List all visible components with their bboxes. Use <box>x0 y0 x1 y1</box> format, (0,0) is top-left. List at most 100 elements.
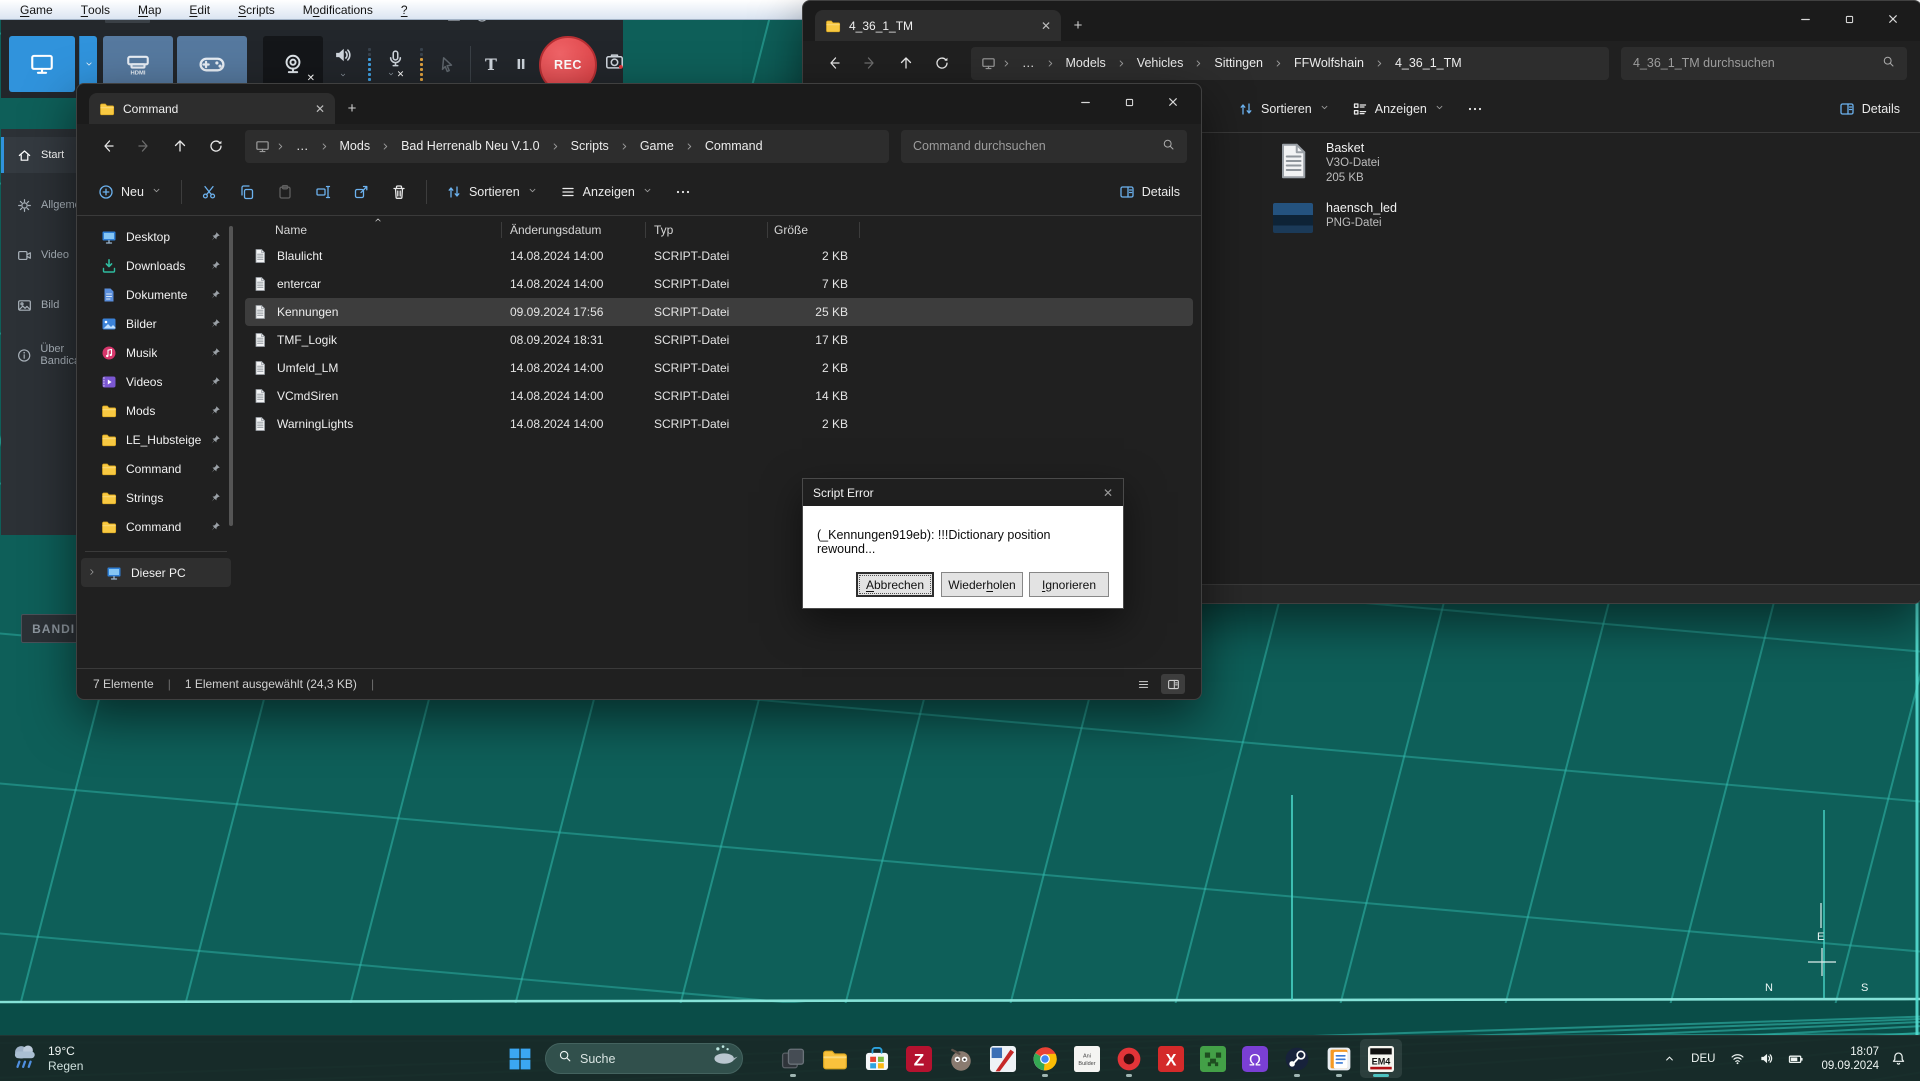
more-options-button[interactable] <box>666 175 700 209</box>
search-input[interactable]: 4_36_1_TM durchsuchen <box>1621 47 1907 80</box>
delete-button[interactable] <box>382 175 416 209</box>
view-button[interactable]: Anzeigen <box>551 175 662 209</box>
minimize-button[interactable] <box>1783 1 1827 37</box>
file-row-warninglights[interactable]: WarningLights14.08.2024 14:00SCRIPT-Date… <box>245 410 1193 438</box>
back-button[interactable] <box>91 130 125 162</box>
this-pc-icon[interactable] <box>253 139 272 154</box>
close-button[interactable] <box>1151 84 1195 120</box>
forward-button[interactable] <box>853 47 887 79</box>
taskbar-app-photo-editor[interactable] <box>982 1039 1024 1078</box>
sidebar-scrollbar[interactable] <box>229 226 233 526</box>
dialog-button-abbrechen[interactable]: Abbrechen <box>856 572 934 597</box>
breadcrumb-segment[interactable]: Mods <box>333 136 378 156</box>
taskbar-app-notepad-plus-plus[interactable] <box>1318 1039 1360 1078</box>
breadcrumb-segment[interactable]: FFWolfshain <box>1287 53 1371 73</box>
sidebar-item-command[interactable]: Command <box>81 512 231 541</box>
wifi-icon[interactable] <box>1723 1051 1752 1066</box>
paste-button[interactable] <box>268 175 302 209</box>
sidebar-item-musik[interactable]: Musik <box>81 338 231 367</box>
view-button[interactable]: Anzeigen <box>1343 92 1454 126</box>
taskbar-app-red-x-app[interactable]: X <box>1150 1039 1192 1078</box>
start-button[interactable] <box>505 1044 535 1074</box>
maximize-button[interactable] <box>1827 1 1871 37</box>
breadcrumb-segment[interactable]: Bad Herrenalb Neu V.1.0 <box>394 136 547 156</box>
sidebar-item-downloads[interactable]: Downloads <box>81 251 231 280</box>
breadcrumb-segment[interactable]: Vehicles <box>1130 53 1191 73</box>
breadcrumb[interactable]: … Mods Bad Herrenalb Neu V.1.0 Scripts Game C… <box>245 130 889 163</box>
list-view-toggle[interactable] <box>1131 674 1155 694</box>
new-button[interactable]: Neu <box>89 175 171 209</box>
new-tab-button[interactable]: + <box>335 93 369 124</box>
menu-item-game[interactable]: Game <box>6 0 67 19</box>
breadcrumb-segment[interactable]: Game <box>633 136 681 156</box>
column-header-size[interactable]: Größe <box>768 222 860 238</box>
mouse-effect-button[interactable] <box>438 55 456 73</box>
file-tile-basket[interactable]: BasketV3O-Datei205 KB <box>1273 141 1525 186</box>
taskbar-app-chrome[interactable] <box>1024 1039 1066 1078</box>
cut-button[interactable] <box>192 175 226 209</box>
breadcrumb-segment[interactable]: Command <box>698 136 770 156</box>
battery-icon[interactable] <box>1781 1051 1811 1067</box>
menu-item-modifications[interactable]: Modifications <box>289 0 387 19</box>
file-row-tmf_logik[interactable]: TMF_Logik08.09.2024 18:31SCRIPT-Datei17 … <box>245 326 1193 354</box>
rename-button[interactable] <box>306 175 340 209</box>
menu-item-tools[interactable]: Tools <box>67 0 124 19</box>
breadcrumb-segment[interactable]: Models <box>1059 53 1113 73</box>
file-row-entercar[interactable]: entercar14.08.2024 14:00SCRIPT-Datei7 KB <box>245 270 1193 298</box>
mode-screen-button[interactable] <box>9 36 75 92</box>
menu-item-map[interactable]: Map <box>124 0 175 19</box>
sort-button[interactable]: Sortieren <box>437 175 547 209</box>
tray-chevron-up-icon[interactable] <box>1656 1052 1683 1065</box>
taskbar-app-steam[interactable] <box>1276 1039 1318 1078</box>
breadcrumb-overflow[interactable]: … <box>289 136 316 156</box>
menu-item-edit[interactable]: Edit <box>175 0 224 19</box>
new-tab-button[interactable]: + <box>1061 10 1095 41</box>
volume-icon[interactable] <box>1752 1051 1781 1066</box>
file-tile-haensch_led[interactable]: haensch_ledPNG-Datei <box>1273 198 1525 233</box>
sort-button[interactable]: Sortieren <box>1229 92 1339 126</box>
refresh-button[interactable] <box>925 47 959 79</box>
pause-button[interactable] <box>513 56 529 72</box>
search-input[interactable]: Command durchsuchen <box>901 130 1187 163</box>
share-button[interactable] <box>344 175 378 209</box>
breadcrumb-segment[interactable]: Sittingen <box>1207 53 1270 73</box>
breadcrumb-overflow[interactable]: … <box>1015 53 1042 73</box>
maximize-button[interactable] <box>1107 84 1151 120</box>
sidebar-item-strings[interactable]: Strings <box>81 483 231 512</box>
sidebar-item-videos[interactable]: Videos <box>81 367 231 396</box>
text-overlay-button[interactable]: T <box>485 55 497 74</box>
weather-widget[interactable]: 19°C Regen <box>10 1041 83 1076</box>
sidebar-item-le_hubsteige[interactable]: LE_Hubsteige <box>81 425 231 454</box>
dialog-button-wiederholen[interactable]: Wiederholen <box>941 572 1023 597</box>
taskbar-app-bandicam-recorder[interactable] <box>1108 1039 1150 1078</box>
breadcrumb-segment[interactable]: Scripts <box>564 136 616 156</box>
this-pc-icon[interactable] <box>979 56 998 71</box>
menu-item-scripts[interactable]: Scripts <box>224 0 289 19</box>
file-row-blaulicht[interactable]: Blaulicht14.08.2024 14:00SCRIPT-Datei2 K… <box>245 242 1193 270</box>
language-indicator[interactable]: DEU <box>1683 1053 1723 1065</box>
details-pane-button[interactable]: Details <box>1830 92 1909 126</box>
tab-command[interactable]: Command ✕ <box>89 93 335 124</box>
tab-close-icon[interactable]: ✕ <box>1041 19 1051 33</box>
notification-bell-icon[interactable] <box>1885 1051 1920 1066</box>
up-button[interactable] <box>163 130 197 162</box>
microphone-button[interactable]: ✕ <box>386 49 405 80</box>
taskbar-app-zoner[interactable]: Z <box>898 1039 940 1078</box>
forward-button[interactable] <box>127 130 161 162</box>
speaker-button[interactable] <box>333 45 353 84</box>
more-options-button[interactable] <box>1458 92 1492 126</box>
taskbar-search[interactable]: Suche <box>545 1043 743 1074</box>
large-icon-view-toggle[interactable] <box>1161 674 1185 694</box>
details-pane-button[interactable]: Details <box>1110 175 1189 209</box>
taskbar-app-em4-editor[interactable]: EM4 <box>1360 1039 1402 1078</box>
copy-button[interactable] <box>230 175 264 209</box>
taskbar-app-omega-app[interactable]: Ω <box>1234 1039 1276 1078</box>
column-header-type[interactable]: Typ <box>646 222 768 238</box>
chevron-right-icon[interactable] <box>87 566 97 580</box>
tab-4-36-1-tm[interactable]: 4_36_1_TM ✕ <box>815 10 1061 41</box>
menu-item-?[interactable]: ? <box>387 0 422 19</box>
taskbar-app-ani-builder[interactable]: AniBuilder <box>1066 1039 1108 1078</box>
dialog-close-icon[interactable]: ✕ <box>1103 486 1113 500</box>
taskbar-app-microsoft-store[interactable] <box>856 1039 898 1078</box>
sidebar-item-command[interactable]: Command <box>81 454 231 483</box>
